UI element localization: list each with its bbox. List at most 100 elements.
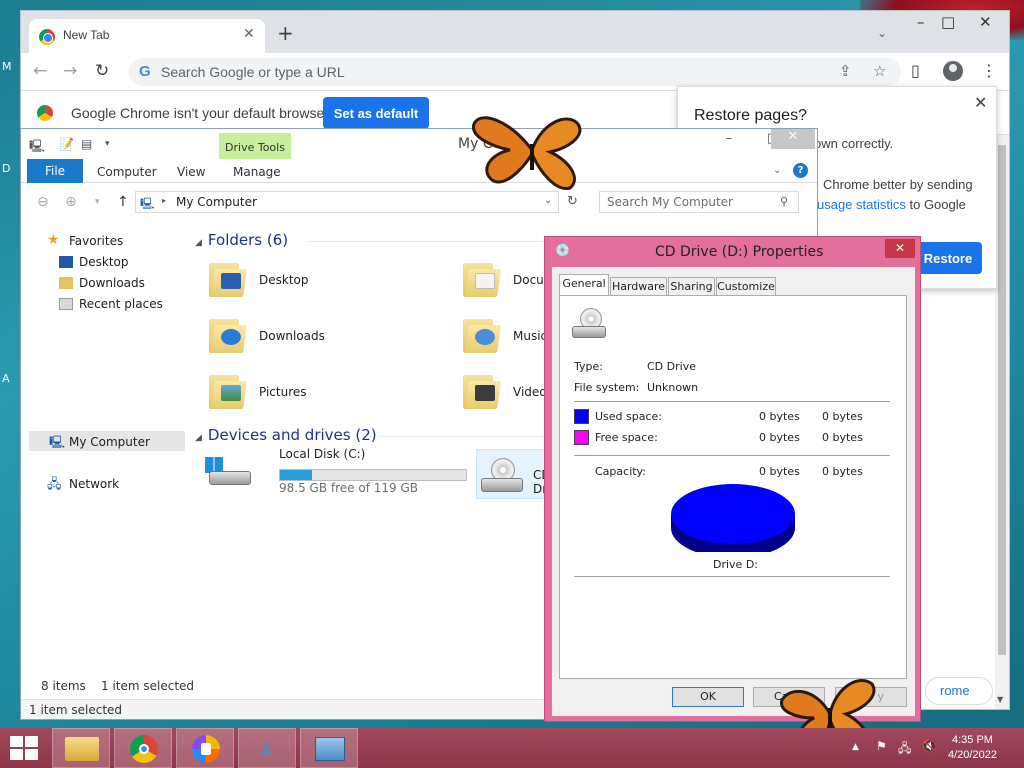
show-hidden-icons[interactable]: ▲: [852, 742, 859, 752]
bookmark-star-icon[interactable]: ☆: [873, 62, 886, 80]
close-button[interactable]: ✕: [979, 13, 992, 31]
set-as-default-button[interactable]: Set as default: [323, 97, 429, 129]
scroll-down-icon[interactable]: ▼: [997, 695, 1003, 704]
menu-kebab-icon[interactable]: ⋮: [981, 61, 997, 80]
tab-search-icon[interactable]: ⌄: [877, 26, 887, 40]
properties-icon[interactable]: 📝: [59, 137, 74, 151]
desktop-folder-icon[interactable]: [209, 259, 247, 297]
taskbar: ♟ ▲ ⚑ 🖧 🔇 4:35 PM 4/20/2022: [0, 728, 1024, 768]
restore-message: usage statistics to Google: [817, 197, 966, 212]
windows-logo-icon: [10, 736, 23, 747]
tab-file[interactable]: File: [27, 159, 83, 183]
ribbon-expand-icon[interactable]: ⌄: [773, 165, 781, 176]
tab-customize[interactable]: Customize: [716, 277, 776, 295]
tab-title: New Tab: [63, 28, 110, 42]
infobar-text: Google Chrome isn't your default browser: [71, 105, 329, 121]
chrome-favicon-icon: [39, 29, 55, 45]
minimize-button[interactable]: –: [707, 131, 751, 151]
nav-network[interactable]: Network: [69, 477, 119, 491]
free-space-label: Free space:: [595, 431, 658, 444]
tool-app-icon: ♟: [257, 737, 275, 761]
restore-button[interactable]: Restore: [914, 242, 982, 274]
new-folder-icon[interactable]: ▤: [81, 137, 92, 151]
nav-downloads[interactable]: Downloads: [79, 276, 145, 290]
taskbar-secure-browser[interactable]: [176, 728, 234, 768]
forward-arrow-icon[interactable]: ⊕: [65, 194, 77, 210]
clock[interactable]: 4:35 PM 4/20/2022: [948, 733, 997, 763]
search-input[interactable]: Search My Computer ⚲: [599, 191, 799, 213]
back-arrow-icon[interactable]: ⊖: [37, 194, 49, 210]
tab-manage[interactable]: Manage: [233, 165, 281, 179]
tab-general[interactable]: General: [559, 274, 609, 296]
folders-group-header[interactable]: ◢ Folders (6): [195, 231, 288, 249]
nav-recent-places[interactable]: Recent places: [79, 297, 163, 311]
folder-downloads-label[interactable]: Downloads: [259, 329, 325, 343]
restore-close-icon[interactable]: ✕: [974, 93, 987, 113]
videos-folder-icon[interactable]: [463, 371, 501, 409]
tab-view[interactable]: View: [177, 165, 205, 179]
documents-folder-icon[interactable]: [463, 259, 501, 297]
back-arrow-icon[interactable]: ←: [33, 61, 47, 81]
type-label: Type:: [574, 360, 603, 373]
usage-statistics-link[interactable]: usage statistics: [817, 197, 906, 212]
computer-icon: 🖳: [49, 435, 66, 449]
maximize-button[interactable]: □: [941, 13, 955, 31]
tab-computer[interactable]: Computer: [97, 165, 157, 179]
collapse-icon[interactable]: ◢: [195, 238, 202, 248]
network-icon[interactable]: 🖧: [898, 739, 911, 760]
reload-icon[interactable]: ↻: [95, 61, 109, 81]
nav-my-computer[interactable]: My Computer: [69, 435, 150, 449]
taskbar-tool-app[interactable]: ♟: [238, 728, 296, 768]
collapse-icon[interactable]: ◢: [195, 433, 202, 443]
type-value: CD Drive: [647, 360, 696, 373]
qat-dropdown-icon[interactable]: ▾: [105, 139, 110, 149]
recent-locations-icon[interactable]: ▾: [95, 197, 100, 207]
folder-desktop-label[interactable]: Desktop: [259, 273, 309, 287]
filesystem-value: Unknown: [647, 381, 699, 394]
devices-group-header[interactable]: ◢ Devices and drives (2): [195, 426, 377, 444]
taskbar-chrome[interactable]: [114, 728, 172, 768]
action-center-flag-icon[interactable]: ⚑: [876, 739, 887, 753]
close-button[interactable]: ✕: [885, 239, 915, 258]
music-folder-icon[interactable]: [463, 315, 501, 353]
taskbar-control-panel[interactable]: [300, 728, 358, 768]
properties-dialog: 💿 CD Drive (D:) Properties ✕ General Har…: [544, 236, 921, 722]
folder-pictures-label[interactable]: Pictures: [259, 385, 307, 399]
taskbar-file-explorer[interactable]: [52, 728, 110, 768]
share-icon[interactable]: ⇪: [839, 62, 852, 80]
dialog-title: CD Drive (D:) Properties: [655, 244, 824, 260]
help-icon[interactable]: ?: [793, 163, 808, 178]
refresh-icon[interactable]: ↻: [567, 194, 578, 209]
scrollbar[interactable]: ▼: [995, 135, 1009, 709]
pictures-folder-icon[interactable]: [209, 371, 247, 409]
ok-button[interactable]: OK: [672, 687, 744, 707]
tab-sharing[interactable]: Sharing: [668, 277, 715, 295]
minimize-button[interactable]: –: [917, 13, 925, 31]
profile-avatar-icon[interactable]: [943, 61, 963, 81]
folder-music-label[interactable]: Music: [513, 329, 547, 343]
local-disk-name[interactable]: Local Disk (C:): [279, 447, 365, 461]
navigation-pane: ★ Favorites Desktop Downloads Recent pla…: [21, 225, 191, 675]
close-button[interactable]: ✕: [771, 129, 815, 149]
scrollbar-thumb[interactable]: [998, 145, 1006, 655]
omnibox[interactable]: G Search Google or type a URL ⇪ ☆: [129, 58, 901, 86]
customize-chrome-button[interactable]: rome: [925, 677, 993, 705]
side-panel-icon[interactable]: ▯: [911, 61, 920, 80]
free-space-size: 0 bytes: [822, 431, 863, 444]
address-dropdown-icon[interactable]: ⌄: [544, 195, 552, 206]
tab-close-icon[interactable]: ✕: [243, 26, 255, 42]
nav-desktop[interactable]: Desktop: [79, 255, 129, 269]
local-disk-icon[interactable]: [205, 453, 251, 487]
forward-arrow-icon[interactable]: →: [63, 61, 77, 81]
downloads-folder-icon[interactable]: [209, 315, 247, 353]
tab-hardware[interactable]: Hardware: [610, 277, 667, 295]
up-arrow-icon[interactable]: ↑: [117, 194, 129, 210]
start-button[interactable]: [10, 736, 40, 760]
address-bar[interactable]: 🖳 ▸ My Computer ⌄: [135, 191, 559, 213]
ribbon-tabs: File Computer View Manage ⌄ ?: [21, 159, 817, 183]
restore-message: own correctly.: [814, 136, 894, 151]
tab-new-tab[interactable]: New Tab ✕: [29, 19, 265, 53]
new-tab-button[interactable]: +: [277, 23, 294, 43]
volume-muted-icon[interactable]: 🔇: [922, 739, 937, 753]
nav-favorites[interactable]: Favorites: [69, 234, 123, 248]
